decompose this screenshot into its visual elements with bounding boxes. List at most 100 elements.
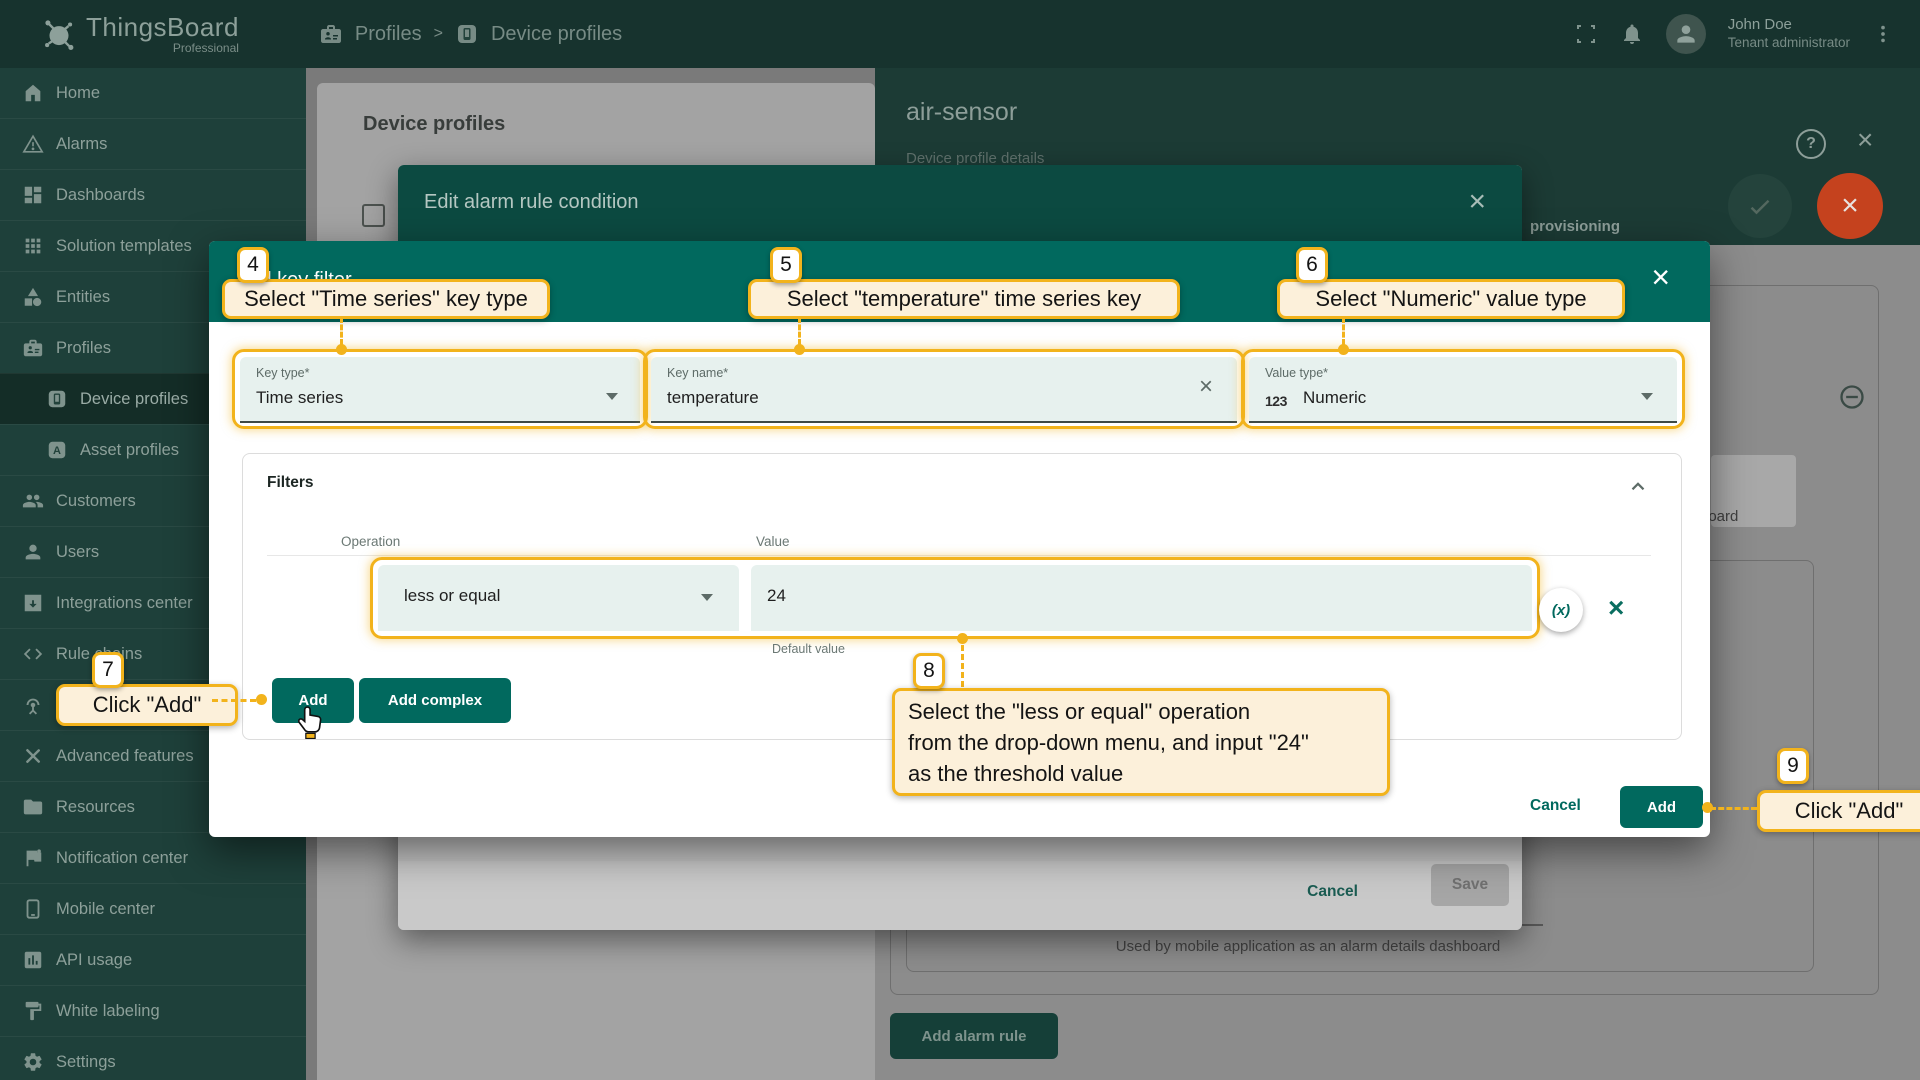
connector-9: [1710, 807, 1757, 810]
screenshot-root: ThingsBoard Professional Profiles > Devi…: [0, 0, 1920, 1080]
outer-dialog-close-icon[interactable]: ×: [1468, 185, 1486, 219]
key-type-label: Key type*: [256, 366, 310, 380]
key-name-input[interactable]: Key name* temperature ×: [651, 357, 1237, 423]
tab-device-provisioning[interactable]: provisioning: [1530, 218, 1620, 235]
details-close-icon[interactable]: ×: [1857, 124, 1873, 156]
dialog-cancel-button[interactable]: Cancel: [1530, 797, 1581, 815]
key-type-select[interactable]: Key type* Time series: [240, 357, 640, 423]
value-input[interactable]: 24: [751, 565, 1532, 631]
sidebar-item-dashboards[interactable]: Dashboards: [0, 169, 306, 220]
row-divider: [267, 555, 1651, 556]
step-badge-4: 4: [237, 247, 269, 283]
outer-dialog-save-button[interactable]: Save: [1431, 864, 1509, 906]
step-tooltip-8: Select the "less or equal" operation fro…: [892, 688, 1390, 796]
sidebar-item-label: Solution templates: [56, 237, 192, 256]
sidebar-item-label: Integrations center: [56, 594, 193, 613]
table-panel-title: Device profiles: [363, 113, 505, 136]
sidebar-item-label: Alarms: [56, 135, 107, 154]
connector-5: [798, 317, 801, 345]
dropdown-arrow-icon: [1641, 393, 1653, 400]
sidebar-item-label: Settings: [56, 1053, 116, 1072]
sidebar-item-settings[interactable]: Settings: [0, 1036, 306, 1080]
collapse-chevron-icon[interactable]: [1627, 476, 1649, 498]
connector-dot-4: [336, 344, 347, 355]
breadcrumb-section[interactable]: Profiles: [355, 23, 422, 46]
sidebar-item-mobile-center[interactable]: Mobile center: [0, 883, 306, 934]
sidebar-item-notification-center[interactable]: Notification center: [0, 832, 306, 883]
value-type-select[interactable]: Value type* 123 Numeric: [1249, 357, 1677, 423]
flag-icon: [22, 847, 44, 869]
sidebar-item-home[interactable]: Home: [0, 68, 306, 118]
value-input-text: 24: [767, 586, 786, 606]
clear-icon[interactable]: ×: [1199, 373, 1213, 401]
step-tooltip-6: Select "Numeric" value type: [1277, 279, 1625, 319]
notifications-bell-icon[interactable]: [1620, 22, 1644, 46]
step-badge-9: 9: [1777, 748, 1809, 784]
help-icon[interactable]: ?: [1796, 129, 1826, 159]
key-type-value: Time series: [256, 388, 343, 408]
cursor-hand-icon: [298, 706, 325, 739]
fullscreen-icon[interactable]: [1574, 22, 1598, 46]
step-badge-6: 6: [1296, 247, 1328, 283]
step-badge-5: 5: [770, 247, 802, 283]
apps-grid-icon: [22, 235, 44, 257]
kebab-menu-icon[interactable]: [1872, 23, 1894, 45]
breadcrumb-page[interactable]: Device profiles: [491, 23, 622, 46]
connector-dot-6: [1338, 344, 1349, 355]
key-name-label: Key name*: [667, 366, 728, 380]
user-icon: [1673, 21, 1699, 47]
apply-changes-fab[interactable]: [1728, 174, 1792, 238]
add-alarm-rule-button[interactable]: Add alarm rule: [890, 1013, 1058, 1059]
paint-roller-icon: [22, 1000, 44, 1022]
sidebar-item-label: Users: [56, 543, 99, 562]
add-complex-button[interactable]: Add complex: [359, 678, 511, 723]
top-app-bar: ThingsBoard Professional Profiles > Devi…: [0, 0, 1920, 68]
sidebar-item-label: Dashboards: [56, 186, 145, 205]
breadcrumb-separator: >: [434, 25, 443, 43]
phone-icon: [22, 898, 44, 920]
value-type-value: Numeric: [1303, 388, 1366, 408]
connector-6: [1342, 317, 1345, 345]
sidebar-item-white-labeling[interactable]: White labeling: [0, 985, 306, 1036]
sidebar-item-label: Customers: [56, 492, 136, 511]
brand[interactable]: ThingsBoard Professional: [40, 14, 239, 54]
close-icon: ×: [1841, 189, 1859, 223]
dialog-add-button[interactable]: Add: [1620, 786, 1703, 828]
sidebar-item-api-usage[interactable]: API usage: [0, 934, 306, 985]
filters-title: Filters: [267, 474, 314, 492]
operation-column-label: Operation: [341, 534, 400, 549]
select-all-checkbox[interactable]: [362, 204, 385, 227]
user-block[interactable]: John Doe Tenant administrator: [1728, 16, 1850, 52]
outer-dialog-cancel-button[interactable]: Cancel: [1307, 883, 1358, 901]
operation-select[interactable]: less or equal: [378, 565, 739, 631]
step-tooltip-4: Select "Time series" key type: [222, 279, 550, 319]
sidebar-item-label: Advanced features: [56, 747, 194, 766]
warning-icon: [22, 133, 44, 155]
asset-profile-icon: A: [46, 439, 68, 461]
outer-dialog-title: Edit alarm rule condition: [424, 191, 639, 214]
dynamic-value-toggle-button[interactable]: (x): [1539, 588, 1583, 632]
step-tooltip-5: Select "temperature" time series key: [748, 279, 1180, 319]
dialog-close-icon[interactable]: ×: [1651, 259, 1670, 296]
default-value-hint: Default value: [772, 642, 845, 656]
step-tooltip-7: Click "Add": [56, 684, 238, 726]
sidebar-item-label: Entities: [56, 288, 110, 307]
sidebar-item-label: Home: [56, 84, 100, 103]
gear-icon: [22, 1051, 44, 1073]
operation-value: less or equal: [404, 586, 500, 606]
numeric-123-icon: 123: [1265, 393, 1287, 409]
connector-7: [212, 699, 256, 702]
entity-title: air-sensor: [906, 98, 1017, 127]
connector-4: [340, 317, 343, 345]
badge-icon: [22, 337, 44, 359]
remove-filter-icon[interactable]: ×: [1608, 592, 1624, 624]
discard-changes-fab[interactable]: ×: [1817, 173, 1883, 239]
folder-icon: [22, 796, 44, 818]
person-icon: [22, 541, 44, 563]
device-profile-icon: [46, 388, 68, 410]
remove-circle-icon[interactable]: [1838, 383, 1866, 411]
category-icon: [22, 286, 44, 308]
avatar[interactable]: [1666, 14, 1706, 54]
home-icon: [22, 82, 44, 104]
sidebar-item-alarms[interactable]: Alarms: [0, 118, 306, 169]
